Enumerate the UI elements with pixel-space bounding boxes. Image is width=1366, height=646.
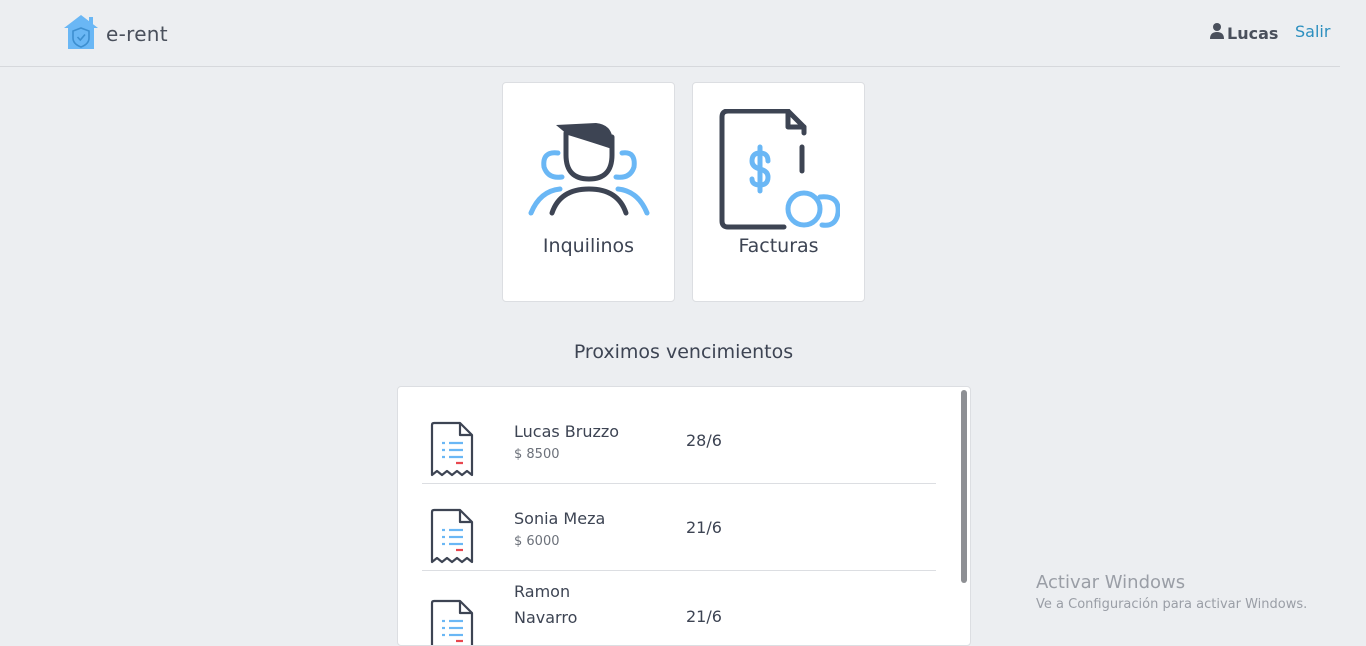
section-title: Proximos vencimientos [573,341,794,363]
logout-link[interactable]: Salir [1295,22,1330,41]
list-scrollbar[interactable] [961,390,967,583]
invoices-card[interactable]: Facturas [692,82,865,302]
windows-activation-watermark: Activar Windows Ve a Configuración para … [1036,572,1307,612]
user-name: Lucas [1227,23,1279,43]
navbar: e-rent Lucas Salir [0,0,1340,67]
due-list: Lucas Bruzzo $ 8500 28/6 Sonia Meza $ 60… [397,386,971,646]
list-item[interactable]: Ramon Navarro 21/6 [422,571,936,645]
brand-name: e-rent [106,22,168,46]
tenants-card-label: Inquilinos [542,235,635,257]
list-item[interactable]: Lucas Bruzzo $ 8500 28/6 [422,397,936,484]
watermark-title: Activar Windows [1036,572,1186,593]
due-date: 21/6 [686,518,722,537]
brand[interactable]: e-rent [62,13,168,55]
user-icon [1209,22,1225,44]
user-menu[interactable]: Lucas [1209,22,1278,44]
tenants-icon [528,109,650,221]
receipt-icon [430,508,474,568]
tenant-name: Sonia Meza [514,509,606,528]
watermark-subtitle: Ve a Configuración para activar Windows. [1036,597,1308,612]
due-amount: $ 8500 [514,447,560,462]
tenants-card[interactable]: Inquilinos [502,82,675,302]
due-date: 21/6 [686,607,722,626]
receipt-icon [430,421,474,481]
tenant-name: Ramon Navarro [514,582,578,627]
list-item[interactable]: Sonia Meza $ 6000 21/6 [422,484,936,571]
due-amount: $ 6000 [514,534,560,549]
invoices-card-label: Facturas [738,235,819,257]
receipt-icon [430,599,474,645]
tenant-name: Lucas Bruzzo [514,422,620,441]
house-shield-logo-icon [62,13,100,55]
due-date: 28/6 [686,431,722,450]
invoice-icon [718,108,841,235]
